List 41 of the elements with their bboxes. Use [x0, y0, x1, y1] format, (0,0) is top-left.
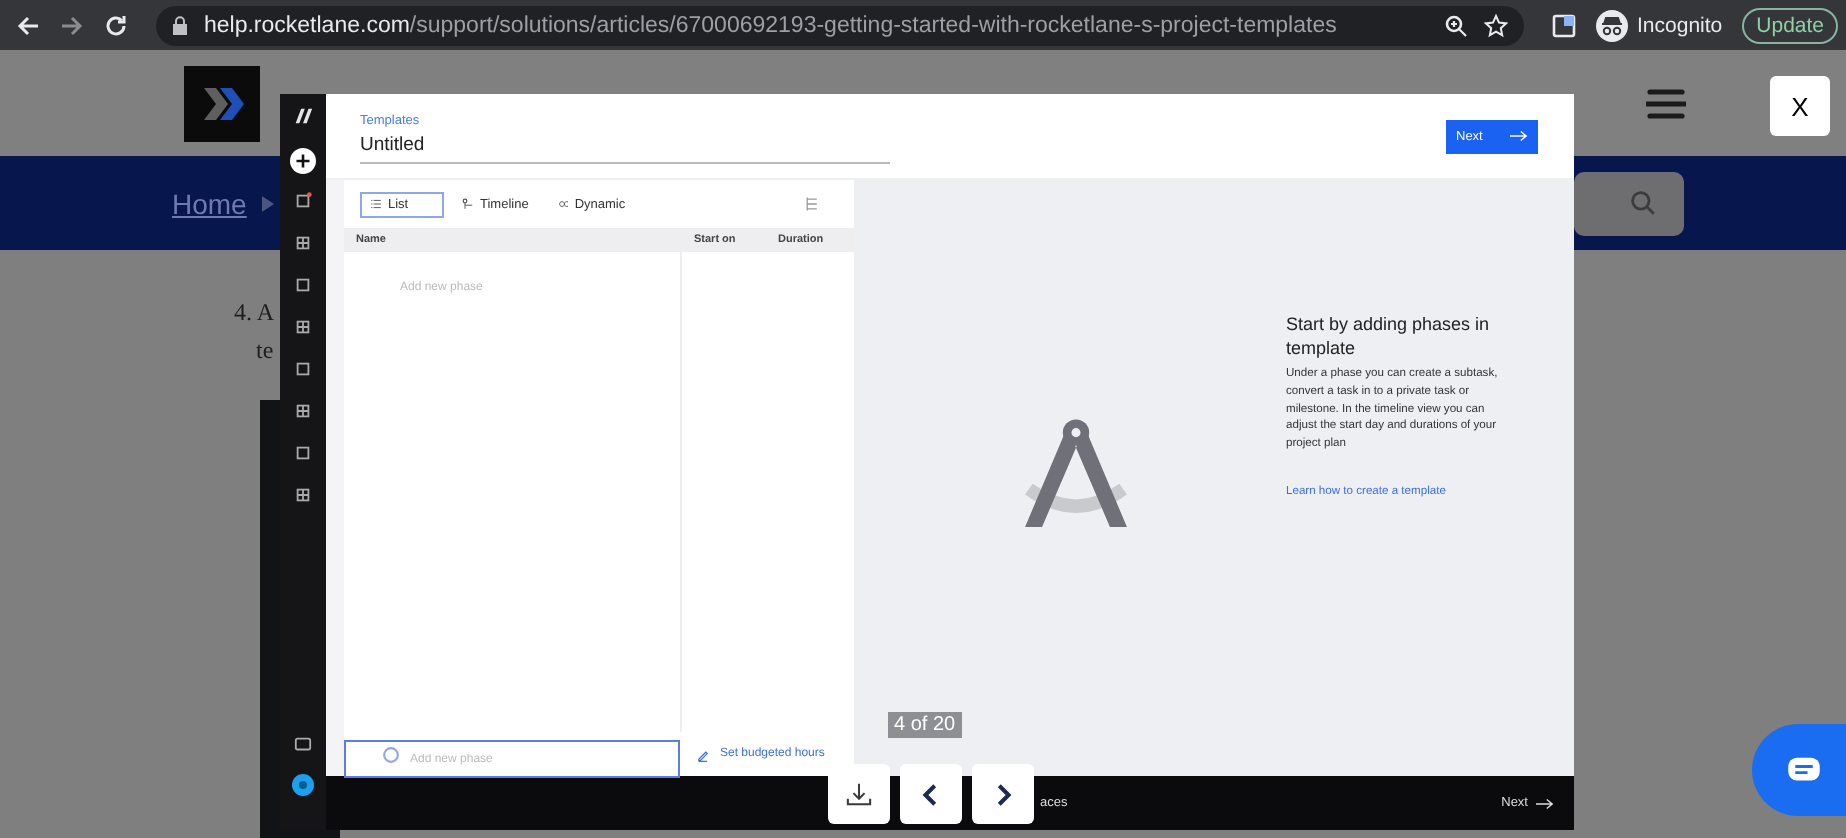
- arrow-icon: [1536, 797, 1554, 809]
- zoom-icon[interactable]: [1443, 13, 1468, 37]
- template-title-field[interactable]: Untitled: [360, 133, 890, 155]
- step-text: 4. A: [234, 298, 275, 328]
- avatar-icon[interactable]: [292, 774, 314, 796]
- lock-icon: [172, 15, 188, 35]
- profile-label: Incognito: [1637, 13, 1723, 37]
- download-icon: [846, 781, 872, 807]
- empty-state-heading: Start by adding phases in template: [1286, 314, 1492, 361]
- step-text: te: [256, 336, 274, 366]
- logo-icon[interactable]: [184, 65, 260, 141]
- download-button[interactable]: [828, 764, 890, 824]
- logo-icon: [292, 106, 314, 126]
- breadcrumb-link[interactable]: Home: [172, 187, 247, 219]
- chat-button[interactable]: [1752, 724, 1846, 816]
- search-field[interactable]: [1574, 171, 1684, 235]
- reload-icon[interactable]: [104, 13, 128, 37]
- star-icon[interactable]: [1483, 13, 1508, 37]
- back-icon[interactable]: [16, 13, 40, 37]
- extension-icon[interactable]: [1551, 13, 1576, 37]
- incognito-icon: [1595, 9, 1628, 41]
- chevron-icon: [262, 195, 275, 211]
- menu-icon[interactable]: [1646, 87, 1686, 119]
- pencil-icon: [696, 747, 710, 761]
- slide-counter: 4 of 20: [888, 712, 962, 738]
- previous-button[interactable]: [900, 764, 962, 824]
- list-settings-icon[interactable]: [804, 196, 820, 212]
- list-icon: [370, 198, 382, 210]
- next-image-button[interactable]: [972, 764, 1034, 824]
- link-icon: [556, 198, 569, 210]
- close-button[interactable]: X: [1770, 76, 1830, 136]
- arrow-icon: [1510, 130, 1528, 142]
- update-button[interactable]: Update: [1742, 7, 1838, 43]
- forward-icon[interactable]: [60, 13, 84, 37]
- add-icon[interactable]: [290, 148, 316, 174]
- timeline-icon: [462, 198, 474, 210]
- url-text: help.rocketlane.com/support/solutions/articles/67000692193-getting-started-with-rocketlane-s-project-templates: [204, 13, 1339, 37]
- grid-icon[interactable]: [294, 234, 312, 252]
- address-bar[interactable]: help.rocketlane.com/support/solutions/articles/67000692193-getting-started-with-rocketlane-s-project-templates: [156, 5, 1524, 45]
- search-icon: [1630, 190, 1656, 216]
- spinner-icon: [382, 745, 400, 763]
